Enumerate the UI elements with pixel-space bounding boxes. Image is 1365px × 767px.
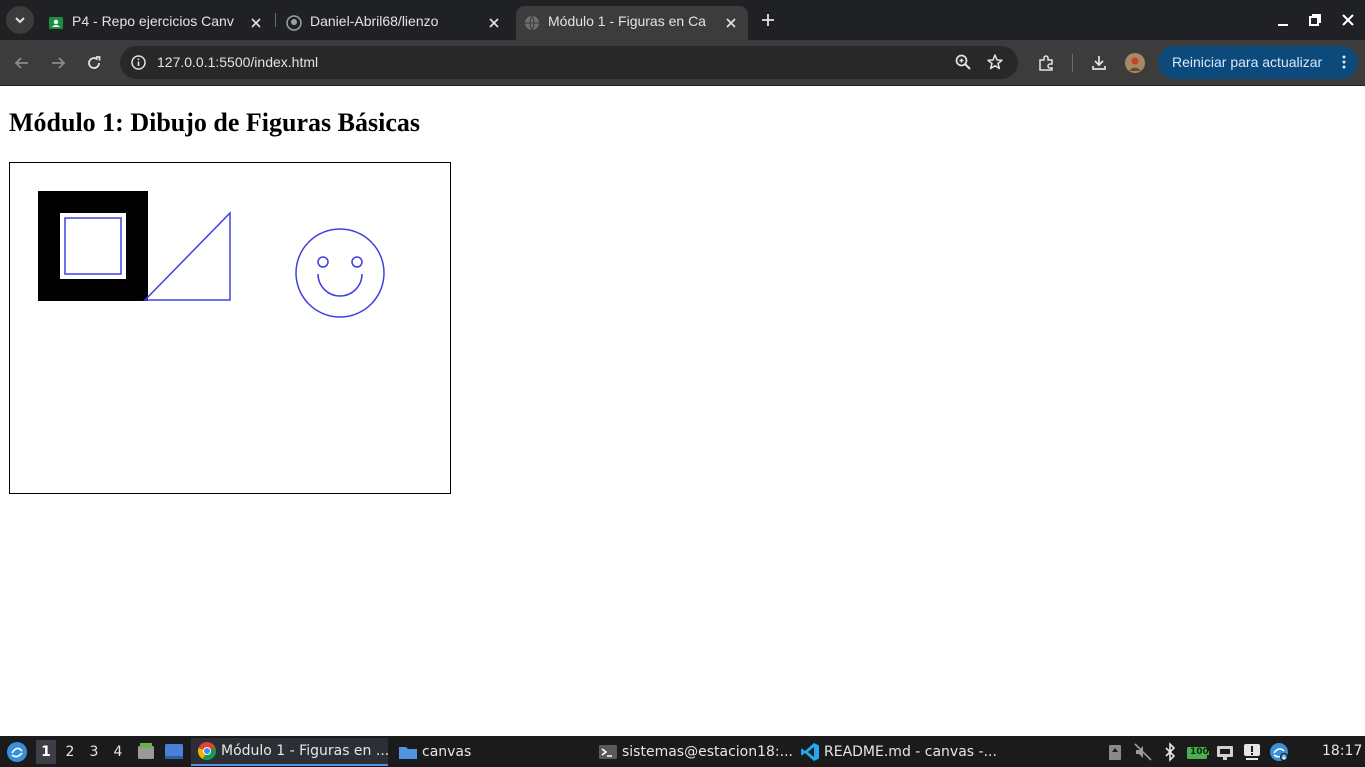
workspace-4[interactable]: 4 (108, 740, 128, 764)
show-desktop-icon[interactable] (164, 741, 184, 761)
triangle (143, 211, 231, 301)
clipboard-icon[interactable] (1105, 742, 1125, 762)
tab-title: P4 - Repo ejercicios Canv (72, 13, 234, 29)
task-label: README.md - canvas -... (824, 744, 997, 760)
canvas-drawing (38, 191, 385, 318)
minimize-icon[interactable] (1274, 11, 1292, 29)
tab-search-button[interactable] (6, 6, 34, 34)
tab-classroom[interactable]: P4 - Repo ejercicios Canv (38, 6, 276, 40)
cleared-square (60, 213, 126, 279)
reload-icon[interactable] (84, 53, 104, 73)
url-text: 127.0.0.1:5500/index.html (157, 54, 319, 70)
update-button[interactable]: Reiniciar para actualizar (1158, 46, 1358, 79)
page-title: Módulo 1: Dibujo de Figuras Básicas (9, 108, 420, 137)
task-vscode[interactable]: README.md - canvas -... (794, 738, 1004, 766)
clock: 18:17 (1322, 743, 1363, 759)
toolbar-divider (1072, 54, 1073, 72)
task-label: canvas (422, 744, 472, 760)
workspace-3[interactable]: 3 (84, 740, 104, 764)
taskbar: 1 2 3 4 Módulo 1 - Figuras en ... canvas… (0, 736, 1365, 767)
forward-icon[interactable] (48, 53, 68, 73)
download-icon[interactable] (1089, 53, 1109, 73)
close-icon[interactable] (248, 15, 264, 31)
address-bar[interactable]: 127.0.0.1:5500/index.html (120, 46, 1018, 79)
browser-toolbar: 127.0.0.1:5500/index.html Reiniciar para… (0, 40, 1365, 86)
right-eye (351, 256, 363, 268)
close-icon[interactable] (486, 15, 502, 31)
classroom-icon (49, 17, 63, 29)
battery-indicator[interactable]: 100 (1186, 742, 1210, 762)
volume-muted-icon[interactable] (1133, 742, 1153, 762)
tab-modulo-1[interactable]: Módulo 1 - Figuras en Ca (516, 6, 748, 40)
drawing-canvas (9, 162, 451, 494)
network-wired-icon[interactable] (1215, 742, 1235, 762)
vscode-icon (801, 743, 819, 761)
bluetooth-icon[interactable] (1160, 742, 1180, 762)
restore-icon[interactable] (1306, 11, 1324, 29)
site-info-icon[interactable] (130, 54, 147, 71)
zoom-icon[interactable] (954, 53, 972, 71)
github-icon (286, 15, 302, 31)
avatar-icon (1125, 53, 1145, 73)
task-canvas-folder[interactable]: canvas (392, 738, 542, 766)
tab-title: Módulo 1 - Figuras en Ca (548, 13, 706, 29)
workspace-1[interactable]: 1 (36, 740, 56, 764)
chrome-icon (198, 742, 216, 760)
face-circle (295, 228, 385, 318)
profile-avatar[interactable] (1125, 53, 1145, 73)
battery-level: 100 (1190, 747, 1209, 757)
more-vert-icon[interactable] (1336, 54, 1352, 70)
start-menu-icon[interactable] (6, 741, 28, 763)
folder-icon (399, 747, 417, 759)
left-eye (317, 256, 329, 268)
chevron-down-icon (15, 17, 25, 24)
tab-title: Daniel-Abril68/lienzo (310, 13, 439, 29)
task-terminal[interactable]: sistemas@estacion18:... (592, 738, 793, 766)
close-window-icon[interactable] (1339, 11, 1357, 29)
back-icon[interactable] (12, 53, 32, 73)
close-icon[interactable] (723, 15, 739, 31)
system-updates-icon[interactable] (1269, 742, 1289, 762)
tab-strip: P4 - Repo ejercicios Canv Daniel-Abril68… (0, 0, 1365, 40)
tab-github[interactable]: Daniel-Abril68/lienzo (276, 6, 514, 40)
smiley-face (295, 228, 385, 318)
globe-icon (525, 15, 539, 31)
extensions-icon[interactable] (1036, 53, 1056, 73)
update-notifier-icon[interactable] (1242, 742, 1262, 762)
task-label: sistemas@estacion18:... (622, 744, 793, 760)
workspace-2[interactable]: 2 (60, 740, 80, 764)
new-tab-icon[interactable] (758, 10, 778, 30)
update-button-label: Reiniciar para actualizar (1172, 54, 1323, 70)
task-label: Módulo 1 - Figuras en ... (221, 743, 390, 759)
task-chrome[interactable]: Módulo 1 - Figuras en ... (191, 738, 390, 766)
file-manager-launcher-icon[interactable] (136, 741, 156, 761)
smile-arc (317, 273, 363, 297)
bookmark-star-icon[interactable] (986, 53, 1004, 71)
terminal-icon (599, 745, 617, 759)
